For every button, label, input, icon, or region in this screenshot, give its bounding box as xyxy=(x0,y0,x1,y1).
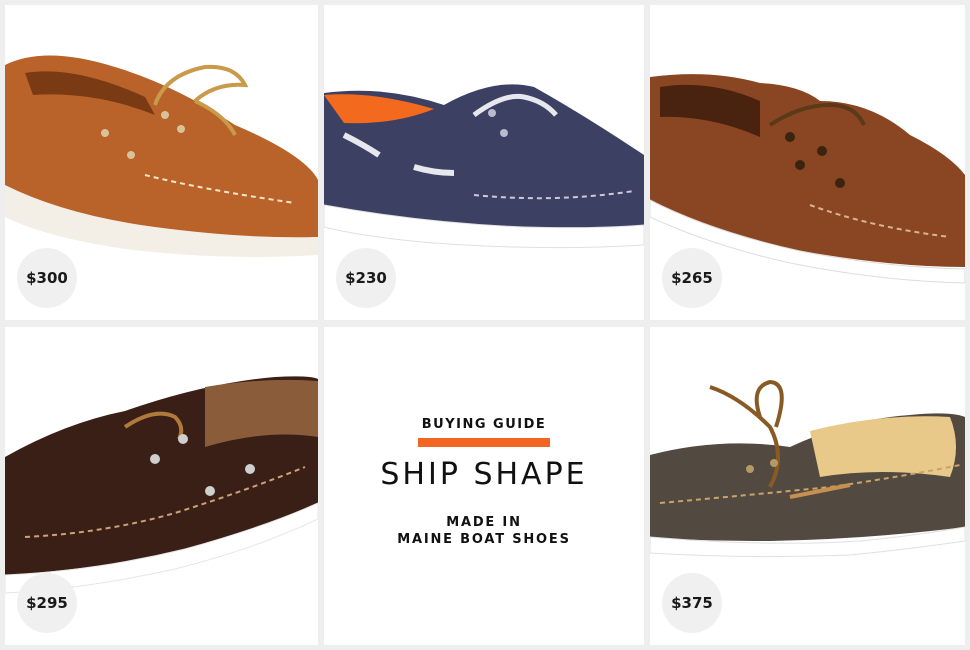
price-badge: $300 xyxy=(17,248,77,308)
product-tile-grey-suede[interactable]: $375 xyxy=(650,327,965,645)
guide-subtitle-line1: MADE IN xyxy=(446,514,522,530)
guide-title: SHIP SHAPE xyxy=(380,456,588,492)
guide-subtitle-line2: MAINE BOAT SHOES xyxy=(397,531,571,547)
product-tile-dark-brown[interactable]: $295 xyxy=(5,327,318,645)
buying-guide-panel: BUYING GUIDE SHIP SHAPE MADE IN MAINE BO… xyxy=(324,327,644,645)
guide-kicker: BUYING GUIDE xyxy=(421,416,547,432)
product-tile-brown[interactable]: $265 xyxy=(650,5,965,320)
product-tile-navy[interactable]: $230 xyxy=(324,5,644,320)
accent-rule xyxy=(418,437,550,447)
guide-subtitle: MADE IN MAINE BOAT SHOES xyxy=(397,514,571,548)
product-tile-tan[interactable]: $300 xyxy=(5,5,318,320)
price-badge: $295 xyxy=(17,573,77,633)
price-badge: $265 xyxy=(662,248,722,308)
price-badge: $375 xyxy=(662,573,722,633)
product-grid: $300 $230 $265 $295 BUYING GUIDE SHIP SH… xyxy=(0,0,970,650)
price-badge: $230 xyxy=(336,248,396,308)
